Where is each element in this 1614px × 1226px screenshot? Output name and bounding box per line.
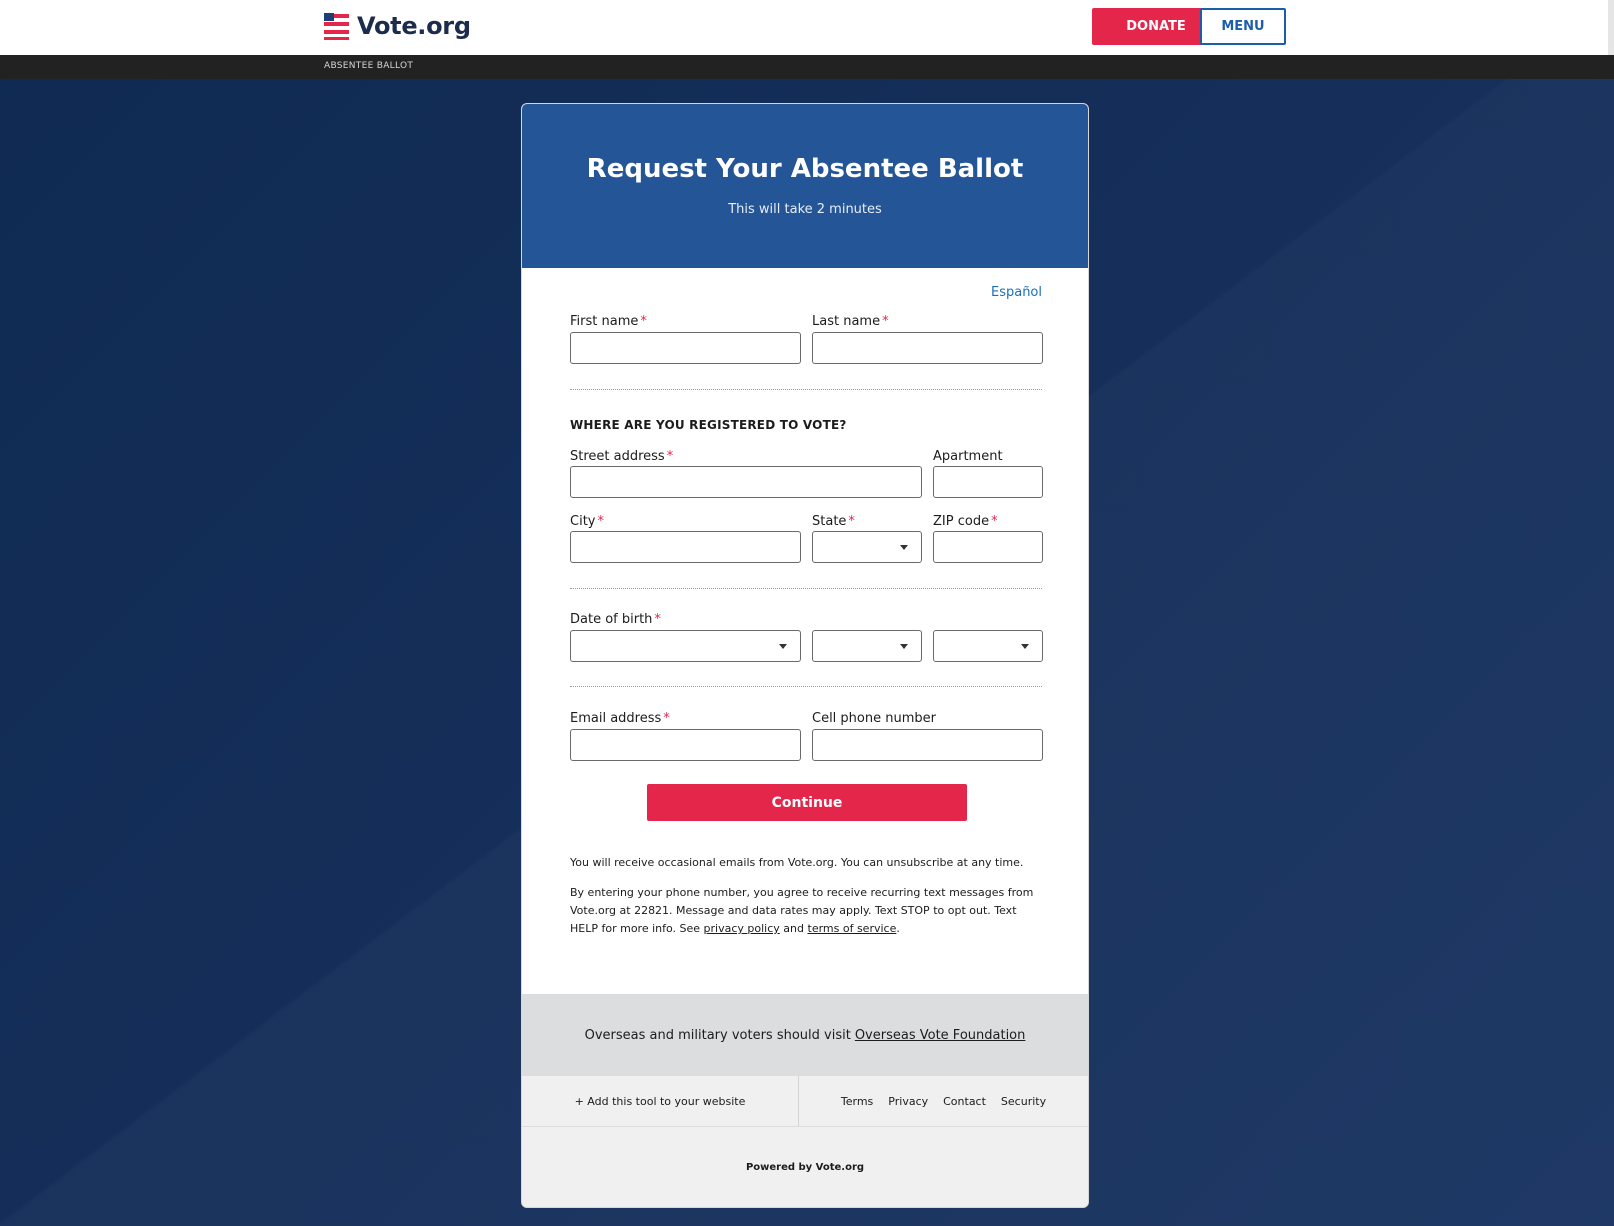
cell-phone-input[interactable]	[812, 729, 1043, 761]
apartment-input[interactable]	[933, 466, 1043, 498]
site-logo[interactable]: Vote.org	[324, 12, 471, 40]
logo-text: Vote.org	[357, 12, 471, 40]
footer-link-terms[interactable]: Terms	[841, 1095, 873, 1108]
powered-by: Powered by Vote.org	[522, 1127, 1088, 1207]
continue-button[interactable]: Continue	[647, 784, 967, 821]
breadcrumb-bar: ABSENTEE BALLOT	[0, 55, 1614, 79]
dob-month-select[interactable]	[570, 630, 801, 662]
chevron-down-icon	[779, 644, 787, 649]
overseas-notice: Overseas and military voters should visi…	[522, 994, 1088, 1076]
city-label: City *	[570, 514, 604, 529]
overseas-vote-foundation-link[interactable]: Overseas Vote Foundation	[855, 1028, 1026, 1043]
card-footer: + Add this tool to your website Terms Pr…	[522, 1076, 1088, 1127]
registered-section-heading: WHERE ARE YOU REGISTERED TO VOTE?	[570, 418, 847, 432]
state-label: State *	[812, 514, 855, 529]
dob-year-select[interactable]	[933, 630, 1043, 662]
apartment-label: Apartment	[933, 449, 1003, 464]
divider	[570, 588, 1042, 589]
email-disclaimer: You will receive occasional emails from …	[570, 856, 1024, 869]
overseas-text: Overseas and military voters should visi…	[584, 1027, 851, 1043]
first-name-input[interactable]	[570, 332, 801, 364]
page-subtitle: This will take 2 minutes	[728, 202, 882, 217]
dob-day-select[interactable]	[812, 630, 922, 662]
zip-code-input[interactable]	[933, 531, 1043, 563]
chevron-down-icon	[1021, 644, 1029, 649]
menu-button[interactable]: MENU	[1200, 8, 1286, 45]
street-address-label: Street address *	[570, 449, 674, 464]
first-name-label: First name *	[570, 314, 647, 329]
flag-icon	[324, 12, 349, 40]
email-label: Email address *	[570, 711, 670, 726]
ballot-request-card: Request Your Absentee Ballot This will t…	[521, 103, 1089, 1208]
zip-code-label: ZIP code *	[933, 514, 998, 529]
chevron-down-icon	[900, 545, 908, 550]
page-title: Request Your Absentee Ballot	[586, 154, 1024, 184]
last-name-label: Last name *	[812, 314, 889, 329]
state-select[interactable]	[812, 531, 922, 563]
breadcrumb: ABSENTEE BALLOT	[324, 61, 414, 71]
footer-link-contact[interactable]: Contact	[943, 1095, 986, 1108]
city-input[interactable]	[570, 531, 801, 563]
divider	[570, 389, 1042, 390]
cell-phone-label: Cell phone number	[812, 711, 936, 726]
card-header: Request Your Absentee Ballot This will t…	[522, 104, 1088, 268]
divider	[570, 686, 1042, 687]
privacy-policy-link[interactable]: privacy policy	[704, 922, 780, 935]
footer-link-privacy[interactable]: Privacy	[888, 1095, 928, 1108]
request-form: Español First name * Last name * WHERE ARE…	[522, 268, 1088, 994]
add-tool-link[interactable]: + Add this tool to your website	[522, 1076, 799, 1126]
email-field[interactable]	[570, 729, 801, 761]
sms-disclaimer: By entering your phone number, you agree…	[570, 886, 1034, 935]
footer-links: Terms Privacy Contact Security	[799, 1076, 1088, 1126]
footer-link-security[interactable]: Security	[1001, 1095, 1046, 1108]
date-of-birth-label: Date of birth *	[570, 612, 661, 627]
chevron-down-icon	[900, 644, 908, 649]
language-link-espanol[interactable]: Español	[991, 285, 1042, 300]
site-header: Vote.org DONATE MENU	[0, 0, 1614, 55]
last-name-input[interactable]	[812, 332, 1043, 364]
street-address-input[interactable]	[570, 466, 922, 498]
terms-of-service-link[interactable]: terms of service	[808, 922, 897, 935]
